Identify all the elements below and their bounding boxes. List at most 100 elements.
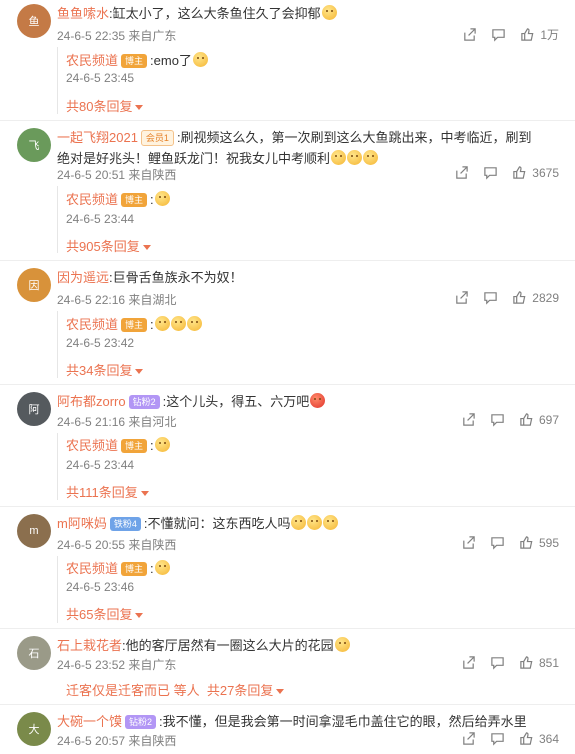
share-icon	[463, 413, 475, 426]
comment-time: 24-6-5 20:57	[57, 734, 126, 748]
comment-button[interactable]	[490, 412, 505, 427]
like-icon	[513, 291, 526, 304]
share-icon	[463, 732, 475, 745]
more-replies-button[interactable]: 共905条回复	[66, 236, 151, 255]
reply-username[interactable]: 农民频道	[66, 317, 118, 332]
chevron-down-icon	[276, 689, 285, 694]
avatar[interactable]: 鱼	[17, 4, 51, 38]
weibo-logo-icon	[310, 393, 326, 408]
emoji-icon	[170, 316, 186, 331]
more-replies-button[interactable]: 共111条回复	[66, 482, 149, 501]
comment-icon	[491, 657, 504, 670]
like-button[interactable]: 697	[519, 412, 559, 427]
more-replies-button[interactable]: 共65条回复	[66, 604, 144, 623]
like-icon	[520, 413, 533, 426]
username[interactable]: 石上栽花者	[57, 638, 122, 653]
like-button[interactable]: 595	[519, 535, 559, 550]
comment-text: :我不懂，但是我会第一时间拿湿毛巾盖住它的眼，然后给弄水里	[159, 714, 527, 729]
more-replies-button[interactable]: 共34条回复	[66, 360, 144, 379]
share-button[interactable]	[462, 27, 477, 42]
like-count: 364	[538, 731, 559, 746]
username[interactable]: 因为遥远	[57, 270, 109, 285]
comment-time: 24-6-5 23:52	[57, 658, 126, 672]
like-count: 697	[538, 412, 559, 427]
more-replies-label: 共65条回复	[66, 607, 133, 622]
reply-username[interactable]: 农民频道	[66, 192, 118, 207]
username[interactable]: 鱼鱼嗦水	[57, 6, 109, 21]
comment-button[interactable]	[490, 731, 505, 746]
divider	[0, 120, 575, 121]
like-icon	[521, 28, 534, 41]
share-button[interactable]	[461, 655, 476, 670]
chevron-down-icon	[135, 613, 144, 618]
share-button[interactable]	[461, 731, 476, 746]
like-button[interactable]: 3675	[512, 165, 559, 180]
emoji-icon	[186, 316, 202, 331]
avatar[interactable]: 因	[17, 268, 51, 302]
emoji-icon	[154, 560, 170, 575]
more-replies-label: 共34条回复	[66, 363, 133, 378]
share-button[interactable]	[454, 165, 469, 180]
reply-time: 24-6-5 23:44	[66, 212, 135, 226]
comment-button[interactable]	[490, 535, 505, 550]
more-replies-label: 共905条回复	[66, 239, 140, 254]
comment-time: 24-6-5 20:51	[57, 168, 126, 182]
blogger-badge: 博主	[121, 193, 148, 207]
like-count: 2829	[532, 290, 559, 305]
more-replies-button[interactable]: 共80条回复	[66, 96, 144, 115]
chevron-down-icon	[142, 245, 151, 250]
share-icon	[456, 166, 469, 179]
share-button[interactable]	[461, 412, 476, 427]
username[interactable]: m阿咪妈	[57, 516, 107, 531]
emoji-icon	[154, 437, 170, 452]
reply-text: :emo了	[150, 53, 192, 68]
comment-button[interactable]	[483, 290, 498, 305]
divider	[0, 260, 575, 261]
comment-button[interactable]	[491, 27, 506, 42]
share-button[interactable]	[461, 535, 476, 550]
like-count: 3675	[532, 165, 559, 180]
share-icon	[463, 536, 475, 549]
comment-icon	[484, 292, 498, 305]
comment-button[interactable]	[483, 165, 498, 180]
reply-username[interactable]: 农民频道	[66, 53, 118, 68]
avatar[interactable]: 大	[17, 712, 51, 746]
emoji-icon	[291, 515, 307, 530]
comment-button[interactable]	[490, 655, 505, 670]
avatar[interactable]: 石	[17, 636, 51, 670]
comment-icon	[491, 537, 504, 550]
emoji-icon	[192, 52, 208, 67]
emoji-icon	[334, 637, 350, 652]
reply-username[interactable]: 农民频道	[66, 561, 118, 576]
like-count: 595	[538, 535, 559, 550]
emoji-icon	[307, 515, 323, 530]
username[interactable]: 大碗一个馍	[57, 714, 122, 729]
comment-location: 来自广东	[128, 658, 177, 672]
reply-username[interactable]: 农民频道	[66, 438, 118, 453]
like-button[interactable]: 1万	[520, 26, 559, 43]
comment-time: 24-6-5 20:55	[57, 538, 126, 552]
avatar[interactable]: m	[17, 514, 51, 548]
username[interactable]: 阿布都zorro	[57, 394, 126, 409]
emoji-icon	[363, 150, 379, 165]
like-button[interactable]: 2829	[512, 290, 559, 305]
like-icon	[520, 656, 533, 669]
more-replies-button[interactable]: 迁客仅是迁客而已 等人 共27条回复	[66, 680, 285, 699]
reply-time: 24-6-5 23:45	[66, 71, 135, 85]
reply-text: :	[150, 192, 154, 207]
reply-divider	[57, 311, 58, 378]
username[interactable]: 一起飞翔2021	[57, 130, 138, 145]
comment-location: 来自陕西	[128, 734, 177, 748]
reply-divider	[57, 186, 58, 253]
share-button[interactable]	[454, 290, 469, 305]
avatar[interactable]: 飞	[17, 128, 51, 162]
blogger-badge: 博主	[121, 318, 148, 332]
chevron-down-icon	[135, 105, 144, 110]
like-button[interactable]: 851	[519, 655, 559, 670]
like-button[interactable]: 364	[519, 731, 559, 746]
divider	[0, 704, 575, 705]
blogger-badge: 博主	[121, 562, 148, 576]
comment-time: 24-6-5 22:35	[57, 29, 126, 43]
avatar[interactable]: 阿	[17, 392, 51, 426]
more-replies-label: 共27条回复	[206, 683, 274, 698]
